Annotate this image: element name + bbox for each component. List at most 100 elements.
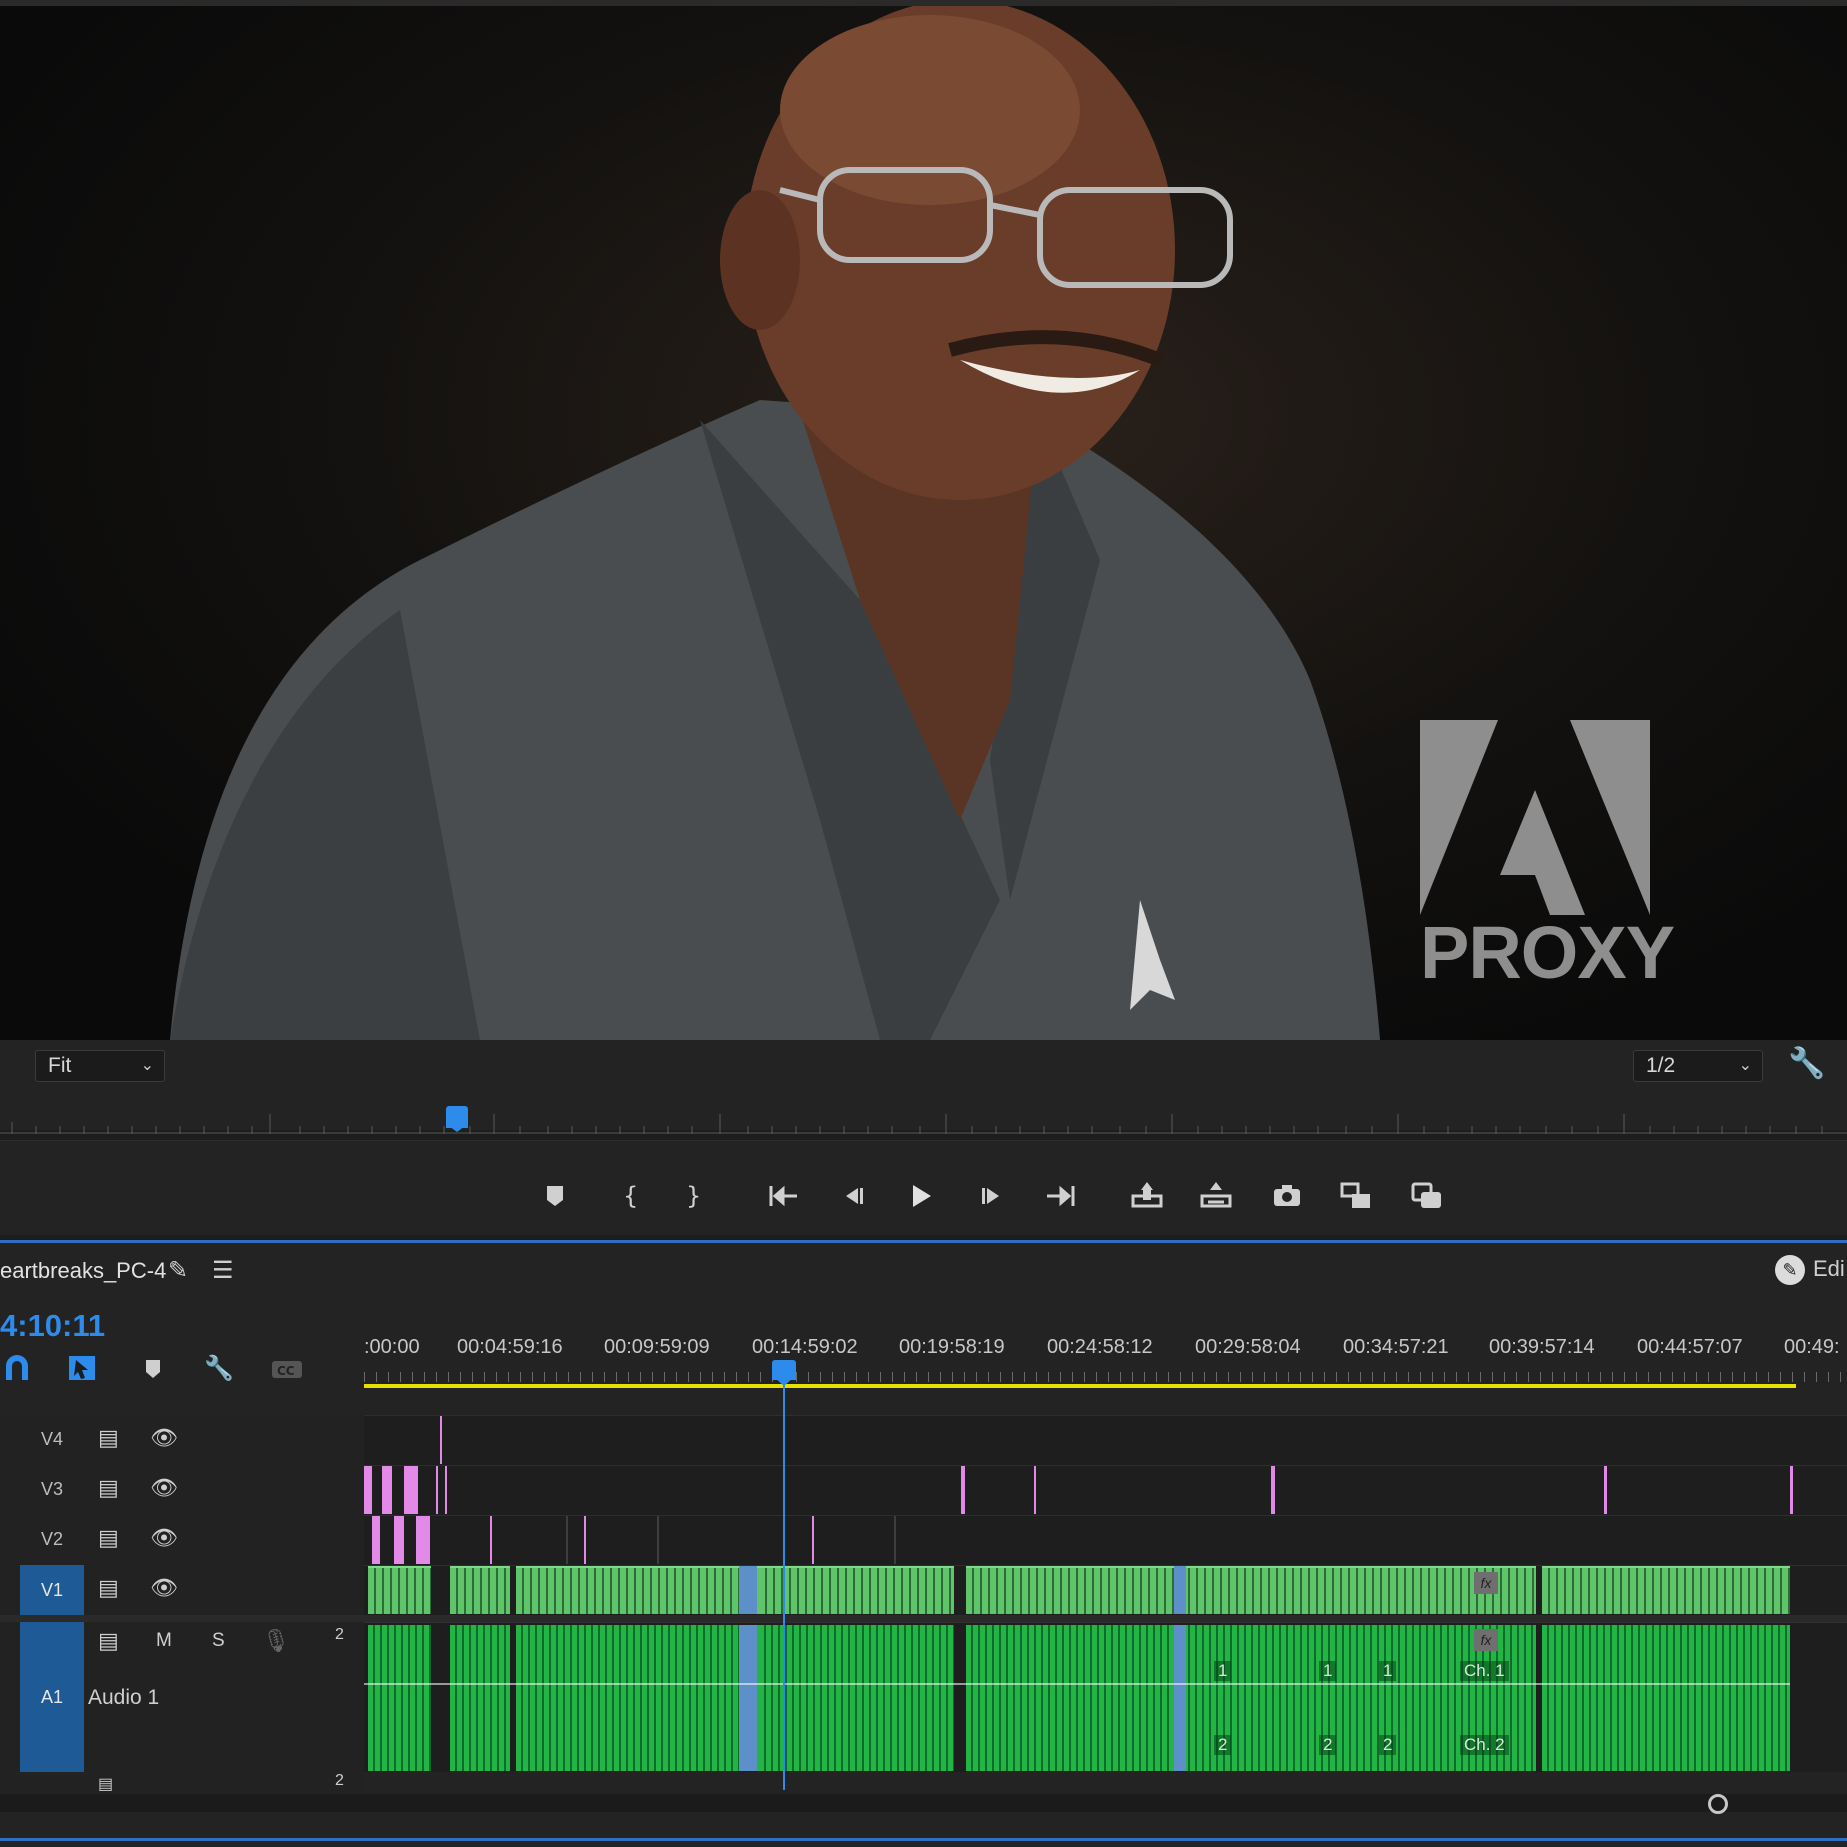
track-label-v4[interactable]: V4	[20, 1429, 84, 1450]
edit-workspace-button[interactable]: ✎ Edi	[1775, 1255, 1845, 1285]
graphics-clip[interactable]	[394, 1516, 404, 1564]
track-row-v3[interactable]	[364, 1465, 1847, 1515]
ruler-label: 00:29:58:04	[1195, 1336, 1301, 1358]
graphics-clip[interactable]	[445, 1466, 447, 1514]
mute-button[interactable]: M	[156, 1630, 172, 1652]
audio-clip-group[interactable]	[966, 1625, 1536, 1771]
eye-icon[interactable]: 👁	[150, 1475, 178, 1501]
go-to-out-button[interactable]	[1043, 1178, 1079, 1214]
timeline-horizontal-scrollbar[interactable]	[0, 1794, 1847, 1814]
ruler-label: 00:24:58:12	[1047, 1336, 1153, 1358]
eye-icon[interactable]: 👁	[150, 1525, 178, 1551]
audio-clip-group[interactable]	[1542, 1625, 1790, 1771]
graphics-clip[interactable]	[382, 1466, 392, 1514]
graphics-clip[interactable]	[584, 1516, 586, 1564]
track-row-v2[interactable]	[364, 1515, 1847, 1565]
graphics-clip[interactable]	[404, 1466, 418, 1514]
insert-button[interactable]	[1338, 1178, 1374, 1214]
timeline-time-ruler[interactable]: :00:00 00:04:59:16 00:09:59:09 00:14:59:…	[364, 1330, 1847, 1386]
eye-icon[interactable]: 👁	[150, 1575, 178, 1601]
sync-lock-icon[interactable]: ▤	[98, 1628, 119, 1654]
step-back-icon	[846, 1188, 863, 1204]
mark-out-button[interactable]: }	[674, 1178, 710, 1214]
graphics-clip[interactable]	[364, 1466, 372, 1514]
work-area-bar[interactable]	[364, 1384, 1796, 1388]
export-frame-button[interactable]	[1269, 1178, 1305, 1214]
zoom-level-select[interactable]: Fit ⌄	[35, 1050, 165, 1082]
audio-clip-group[interactable]	[368, 1625, 431, 1771]
microphone-icon[interactable]: 🎙	[262, 1628, 290, 1654]
sync-lock-icon[interactable]: ▤	[98, 1425, 119, 1451]
video-clip-group[interactable]	[450, 1566, 510, 1614]
graphics-clip[interactable]	[1790, 1466, 1793, 1514]
play-icon	[913, 1185, 931, 1207]
ruler-label: 00:14:59:02	[752, 1336, 858, 1358]
track-label-v1[interactable]: V1	[20, 1565, 84, 1615]
graphics-clip[interactable]	[440, 1416, 442, 1464]
graphics-clip[interactable]	[1604, 1466, 1607, 1514]
add-marker-button[interactable]	[537, 1178, 573, 1214]
video-clip-group[interactable]	[966, 1566, 1536, 1614]
graphics-clip[interactable]	[812, 1516, 814, 1564]
graphics-clip[interactable]	[1271, 1466, 1275, 1514]
selected-audio-clip[interactable]	[1174, 1625, 1186, 1771]
timeline-settings-wrench-icon[interactable]: 🔧	[202, 1352, 236, 1386]
track-name-audio-1[interactable]: Audio 1	[88, 1686, 159, 1710]
video-clip-group[interactable]	[368, 1566, 431, 1614]
pencil-icon[interactable]: ✎	[168, 1256, 188, 1285]
snap-magnet-icon[interactable]	[0, 1352, 34, 1386]
sync-lock-icon[interactable]: ▤	[98, 1475, 119, 1501]
graphics-clip[interactable]	[372, 1516, 380, 1564]
graphics-clip[interactable]	[436, 1466, 438, 1514]
linked-selection-icon[interactable]	[66, 1352, 100, 1386]
extract-button[interactable]	[1198, 1178, 1234, 1214]
timeline-playhead[interactable]	[772, 1360, 796, 1386]
video-clip-group[interactable]	[1542, 1566, 1790, 1614]
track-row-v1[interactable]: fx	[364, 1565, 1847, 1615]
graphics-clip[interactable]	[490, 1516, 492, 1564]
video-clip-group[interactable]	[759, 1566, 954, 1614]
graphics-clip[interactable]	[416, 1516, 430, 1564]
timeline-playhead-line[interactable]	[783, 1380, 785, 1790]
track-label-v2[interactable]: V2	[20, 1529, 84, 1550]
play-button[interactable]	[903, 1178, 939, 1214]
playback-resolution-select[interactable]: 1/2 ⌄	[1633, 1050, 1763, 1082]
step-back-button[interactable]	[834, 1178, 870, 1214]
selected-video-clip[interactable]	[1174, 1566, 1186, 1614]
scroll-zoom-handle[interactable]	[1708, 1794, 1728, 1814]
solo-button[interactable]: S	[212, 1630, 225, 1652]
sync-lock-icon[interactable]: ▤	[98, 1525, 119, 1551]
step-forward-button[interactable]	[975, 1178, 1011, 1214]
extract-icon	[1200, 1182, 1232, 1208]
sequence-tab-title[interactable]: eartbreaks_PC-4	[0, 1258, 166, 1284]
lift-button[interactable]	[1129, 1178, 1165, 1214]
volume-keyframe-line[interactable]	[364, 1683, 1790, 1685]
camera-icon	[1274, 1185, 1300, 1206]
selected-video-clip[interactable]	[739, 1566, 757, 1614]
overwrite-button[interactable]	[1409, 1178, 1445, 1214]
track-label-v3[interactable]: V3	[20, 1479, 84, 1500]
wrench-icon[interactable]: 🔧	[1788, 1046, 1825, 1081]
mark-in-button[interactable]: {	[611, 1178, 647, 1214]
graphics-clip[interactable]	[961, 1466, 965, 1514]
selected-audio-clip[interactable]	[739, 1625, 757, 1771]
ruler-label: :00:00	[364, 1336, 420, 1358]
go-to-in-button[interactable]	[765, 1178, 801, 1214]
panel-menu-icon[interactable]: ☰	[212, 1256, 234, 1285]
graphics-clip[interactable]	[1034, 1466, 1036, 1514]
track-label-a1[interactable]: A1	[20, 1622, 84, 1772]
monitor-time-ruler[interactable]	[0, 1110, 1847, 1140]
add-marker-timeline-icon[interactable]	[136, 1352, 170, 1386]
audio-clip-group[interactable]	[759, 1625, 954, 1771]
track-row-v4[interactable]	[364, 1415, 1847, 1465]
monitor-playhead[interactable]	[446, 1106, 468, 1132]
track-row-a1[interactable]: fx 1 1 1 Ch. 1 2 2 2 Ch. 2	[364, 1622, 1847, 1772]
playhead-timecode[interactable]: 4:10:11	[0, 1308, 105, 1344]
sync-lock-icon[interactable]: ▤	[98, 1774, 113, 1792]
playback-resolution-value: 1/2	[1646, 1054, 1676, 1077]
captions-icon[interactable]: CC	[270, 1352, 304, 1386]
eye-icon[interactable]: 👁	[150, 1425, 178, 1451]
go-to-in-icon	[769, 1185, 797, 1207]
sync-lock-icon[interactable]: ▤	[98, 1575, 119, 1601]
audio-clip-group[interactable]	[450, 1625, 510, 1771]
